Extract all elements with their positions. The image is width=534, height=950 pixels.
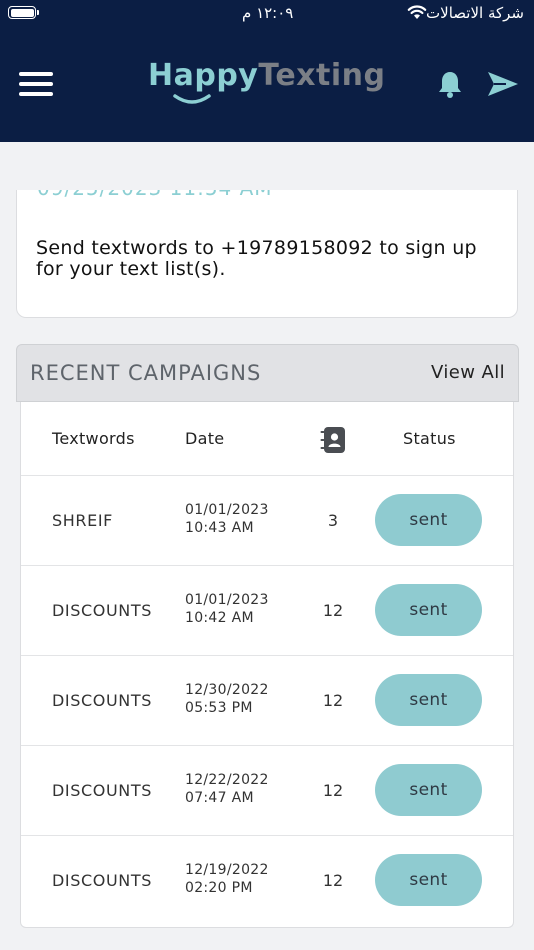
status-badge[interactable]: sent <box>375 854 482 906</box>
recent-campaigns-card: RECENT CAMPAIGNS View All Textwords Date… <box>16 344 519 928</box>
signup-card: 09/25/2023 11:54 AM Send textwords to +1… <box>16 190 518 318</box>
bell-icon[interactable] <box>437 70 463 98</box>
status-badge[interactable]: sent <box>375 494 482 546</box>
row-count: 3 <box>327 511 339 530</box>
menu-icon[interactable] <box>19 70 53 98</box>
recent-campaigns-title: RECENT CAMPAIGNS <box>30 361 262 385</box>
app-logo: HappyTexting <box>148 58 385 110</box>
status-badge[interactable]: sent <box>375 764 482 816</box>
row-date: 12/30/2022 05:53 PM <box>185 682 269 716</box>
status-badge[interactable]: sent <box>375 584 482 636</box>
table-row[interactable]: DISCOUNTS 12/19/2022 02:20 PM 12 sent <box>21 836 513 926</box>
view-all-link[interactable]: View All <box>431 362 505 383</box>
smile-icon <box>173 94 211 104</box>
row-count: 12 <box>322 871 344 890</box>
app-header: ١٢:٠٩ م شركة الاتصالات HappyTexting <box>0 0 534 142</box>
row-textword: DISCOUNTS <box>52 601 152 620</box>
campaigns-table: Textwords Date Status SHREIF 01/01/2023 1… <box>20 402 514 928</box>
row-count: 12 <box>322 601 344 620</box>
status-bar: ١٢:٠٩ م شركة الاتصالات <box>0 0 534 30</box>
table-row[interactable]: DISCOUNTS 12/30/2022 05:53 PM 12 sent <box>21 656 513 746</box>
wifi-icon <box>407 5 427 19</box>
signup-date: 09/25/2023 11:54 AM <box>37 190 273 200</box>
logo-texting: Texting <box>258 58 386 93</box>
table-row[interactable]: DISCOUNTS 12/22/2022 07:47 AM 12 sent <box>21 746 513 836</box>
logo-happy: Happy <box>148 58 259 93</box>
row-textword: DISCOUNTS <box>52 871 152 890</box>
carrier-name: شركة الاتصالات <box>426 4 524 22</box>
table-row[interactable]: SHREIF 01/01/2023 10:43 AM 3 sent <box>21 476 513 566</box>
col-textwords: Textwords <box>52 429 135 448</box>
row-date: 12/19/2022 02:20 PM <box>185 862 269 896</box>
table-row[interactable]: DISCOUNTS 01/01/2023 10:42 AM 12 sent <box>21 566 513 656</box>
row-textword: SHREIF <box>52 511 113 530</box>
row-date: 12/22/2022 07:47 AM <box>185 772 269 806</box>
row-date: 01/01/2023 10:42 AM <box>185 592 269 626</box>
row-count: 12 <box>322 691 344 710</box>
col-date: Date <box>185 429 225 448</box>
col-status: Status <box>403 429 456 448</box>
row-textword: DISCOUNTS <box>52 781 152 800</box>
battery-icon <box>8 6 39 19</box>
row-date: 01/01/2023 10:43 AM <box>185 502 269 536</box>
status-time: ١٢:٠٩ م <box>242 4 294 22</box>
send-icon[interactable] <box>486 70 520 98</box>
table-header-row: Textwords Date Status <box>21 402 513 476</box>
row-textword: DISCOUNTS <box>52 691 152 710</box>
recent-campaigns-header: RECENT CAMPAIGNS View All <box>16 344 519 402</box>
status-badge[interactable]: sent <box>375 674 482 726</box>
row-count: 12 <box>322 781 344 800</box>
signup-message: Send textwords to +19789158092 to sign u… <box>36 237 477 280</box>
contacts-icon <box>320 427 345 453</box>
